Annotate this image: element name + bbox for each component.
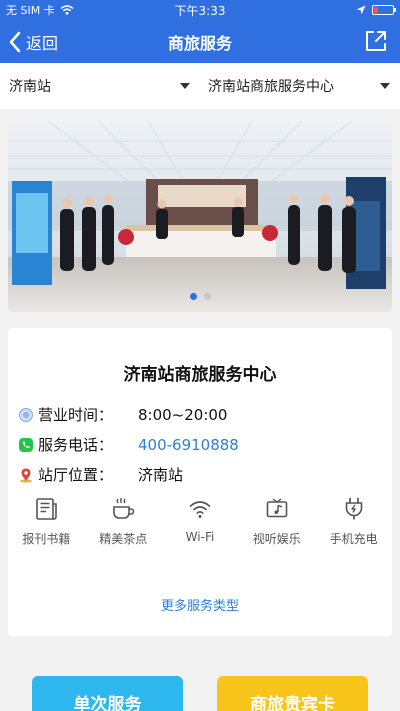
caret-down-icon: [380, 83, 390, 89]
service-item-refreshments[interactable]: 精美茶点: [85, 496, 162, 547]
vip-card-button[interactable]: 商旅贵宾卡: [217, 676, 368, 711]
station-dropdown-value: 济南站: [9, 79, 51, 95]
nav-bar: 返回 商旅服务: [0, 20, 400, 63]
page-title: 商旅服务: [167, 33, 232, 53]
service-center-name: 济南站商旅服务中心: [123, 365, 277, 385]
service-types-list: 报刊书籍 精美茶点 Wi-Fi 视听娱乐 手机充电: [8, 496, 392, 547]
service-center-dropdown-value: 济南站商旅服务中心: [208, 79, 334, 95]
service-center-card: 济南站商旅服务中心 营业时间： 8:00~20:00 服务电话： 400-691…: [8, 328, 392, 636]
caret-down-icon: [180, 83, 190, 89]
battery-icon: [372, 5, 396, 15]
service-label: Wi-Fi: [185, 530, 215, 544]
banner-photo: [8, 121, 392, 312]
banner-carousel[interactable]: [8, 121, 392, 312]
location-value: 济南站: [138, 466, 184, 484]
location-arrow-icon: [356, 5, 366, 15]
more-service-types-link[interactable]: 更多服务类型: [8, 595, 392, 614]
hours-value: 8:00~20:00: [138, 405, 228, 424]
chevron-left-icon: [9, 31, 21, 52]
service-item-wifi[interactable]: Wi-Fi: [162, 496, 239, 547]
service-center-dropdown[interactable]: 济南站商旅服务中心: [200, 76, 400, 96]
carousel-dot-active[interactable]: [189, 293, 197, 300]
wifi-signal-icon: [60, 5, 74, 15]
back-button[interactable]: 返回: [0, 30, 58, 54]
share-icon[interactable]: [364, 29, 388, 53]
location-row: 站厅位置： 济南站: [17, 464, 183, 485]
service-label: 报刊书籍: [22, 532, 71, 546]
top-bar: 无 SIM 卡 下午3:33 返回 商旅服务: [0, 0, 400, 63]
service-label: 视听娱乐: [252, 532, 301, 546]
clock-icon: [17, 406, 35, 424]
back-label: 返回: [26, 33, 59, 53]
service-label: 手机充电: [329, 532, 378, 546]
status-time: 下午3:33: [174, 3, 226, 18]
hours-row: 营业时间： 8:00~20:00: [17, 404, 227, 425]
wifi-icon: [189, 501, 211, 518]
map-pin-icon: [17, 466, 35, 484]
service-label: 精美茶点: [99, 532, 148, 546]
service-item-media[interactable]: 视听娱乐: [238, 496, 315, 547]
charging-plug-icon: [345, 497, 362, 520]
phone-row: 服务电话： 400-6910888: [17, 434, 239, 455]
carousel-dot[interactable]: [203, 293, 211, 300]
carousel-indicator: [8, 293, 392, 300]
station-selectors: 济南站 济南站商旅服务中心: [0, 63, 400, 109]
hours-label: 营业时间：: [38, 406, 114, 424]
media-icon: [266, 498, 288, 518]
single-service-button[interactable]: 单次服务: [32, 676, 183, 711]
service-item-newspapers[interactable]: 报刊书籍: [8, 496, 85, 547]
phone-icon: [17, 436, 35, 454]
phone-label: 服务电话：: [38, 436, 114, 454]
service-item-charging[interactable]: 手机充电: [315, 496, 392, 547]
carrier-label: 无 SIM 卡: [6, 4, 55, 17]
station-dropdown[interactable]: 济南站: [0, 76, 200, 96]
location-label: 站厅位置：: [38, 466, 114, 484]
coffee-cup-icon: [113, 497, 135, 519]
phone-number-link[interactable]: 400-6910888: [138, 436, 239, 454]
status-bar: 无 SIM 卡 下午3:33: [0, 0, 400, 20]
newspaper-icon: [36, 498, 58, 520]
